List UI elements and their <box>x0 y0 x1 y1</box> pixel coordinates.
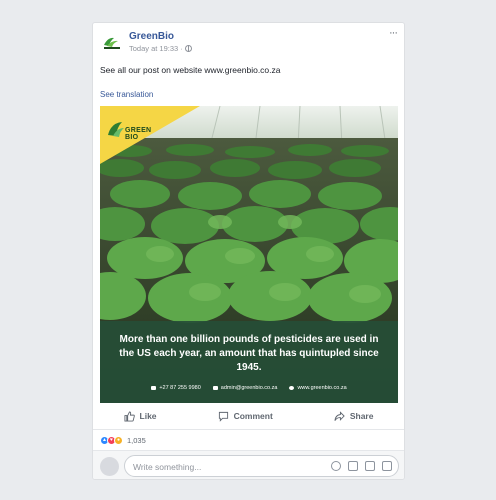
post-text: See all our post on website www.greenbio… <box>100 65 281 75</box>
website-contact: www.greenbio.co.za <box>289 385 347 391</box>
comment-icon <box>218 411 228 422</box>
like-label: Like <box>139 411 157 421</box>
sticker-icon[interactable] <box>382 461 392 471</box>
web-icon <box>289 386 295 390</box>
globe-icon <box>184 45 192 52</box>
post-image[interactable]: GREEN BIO More than one billion pounds o… <box>100 106 398 403</box>
emoji-icon[interactable] <box>331 461 341 471</box>
share-label: Share <box>349 411 374 421</box>
email-contact: admin@greenbio.co.za <box>212 385 278 391</box>
comment-label: Comment <box>233 411 273 421</box>
post-timestamp[interactable]: Today at 19:33 <box>129 44 178 53</box>
leaf-logo-icon <box>108 122 124 137</box>
phone-text: +27 87 255 9980 <box>159 385 201 391</box>
phone-contact: +27 87 255 9980 <box>151 385 201 391</box>
more-options-icon[interactable]: ··· <box>389 27 398 39</box>
image-caption: More than one billion pounds of pesticid… <box>119 334 379 373</box>
wow-reaction-icon: ● <box>114 435 123 445</box>
image-caption-band: More than one billion pounds of pesticid… <box>100 321 398 403</box>
post-header: GreenBio Today at 19:33 · ··· <box>93 23 404 57</box>
gif-icon[interactable] <box>365 461 375 471</box>
comment-composer <box>93 450 404 479</box>
website-text: www.greenbio.co.za <box>297 385 347 391</box>
reaction-count: 1,035 <box>127 435 146 445</box>
greenbio-logo-icon <box>100 31 124 55</box>
like-button[interactable]: Like <box>123 410 157 422</box>
page-avatar[interactable] <box>100 31 124 55</box>
share-button[interactable]: Share <box>334 410 374 422</box>
contact-row: +27 87 255 9980 admin@greenbio.co.za www… <box>100 385 398 391</box>
reactions-summary[interactable]: ▲ ♥ ● 1,035 <box>93 430 404 450</box>
logo-text: GREEN BIO <box>125 127 152 141</box>
comment-button[interactable]: Comment <box>218 411 273 422</box>
post-meta: Today at 19:33 · <box>129 44 192 53</box>
share-icon <box>334 410 345 421</box>
comment-input[interactable] <box>133 460 313 473</box>
see-translation-link[interactable]: See translation <box>100 90 153 99</box>
thumbs-up-icon <box>123 410 135 422</box>
envelope-icon <box>212 386 218 390</box>
post-actions-bar: Like Comment Share <box>93 403 404 430</box>
camera-icon[interactable] <box>348 461 358 471</box>
user-avatar <box>100 457 119 476</box>
meta-separator: · <box>180 44 183 53</box>
email-text: admin@greenbio.co.za <box>220 385 278 391</box>
comment-box[interactable] <box>124 455 399 477</box>
phone-icon <box>151 386 157 390</box>
composer-icons <box>331 461 392 471</box>
post-card: GreenBio Today at 19:33 · ··· See all ou… <box>92 22 405 480</box>
page-name[interactable]: GreenBio <box>129 31 174 42</box>
